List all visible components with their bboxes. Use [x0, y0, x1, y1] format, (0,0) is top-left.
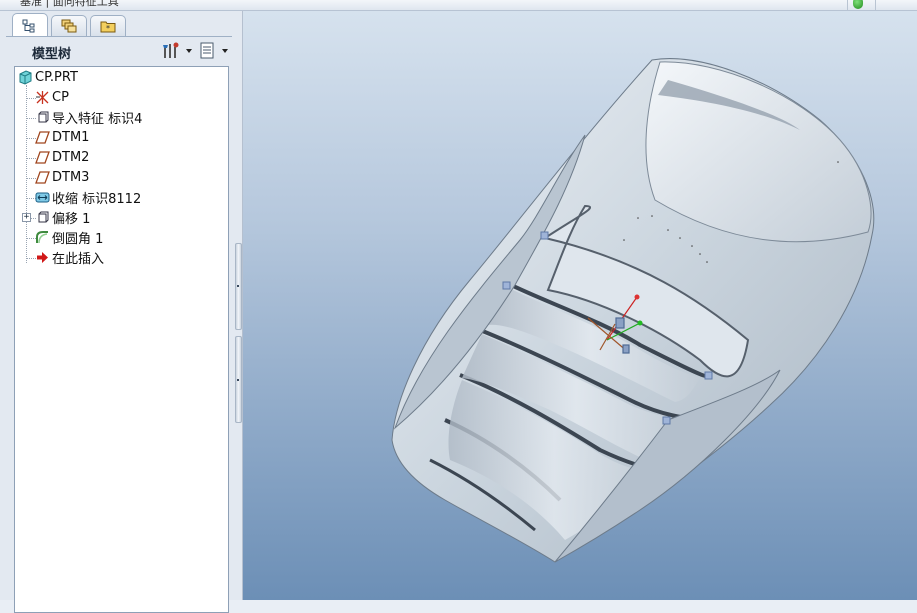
tree-root[interactable]: CP.PRT — [18, 68, 228, 87]
round-icon — [36, 231, 48, 244]
model-tree-icon — [22, 19, 35, 33]
csys-icon — [36, 91, 49, 104]
expand-toggle[interactable]: + — [22, 213, 31, 222]
graphics-viewport[interactable] — [243, 11, 917, 600]
part-model — [391, 58, 875, 563]
tree-item-dtm2[interactable]: DTM2 — [35, 148, 245, 167]
tree-item-label: DTM1 — [52, 130, 90, 145]
tree-item-label: 偏移 1 — [52, 212, 91, 227]
tree-item-round[interactable]: 倒圆角 1 — [35, 228, 245, 247]
tree-item-label: 导入特征 标识4 — [52, 112, 143, 127]
panel-splitter[interactable] — [234, 243, 242, 423]
vertex-marker — [502, 281, 511, 290]
tree-item-label: 在此插入 — [52, 252, 105, 267]
insert-here-arrow-icon — [37, 252, 48, 263]
green-led-icon — [853, 0, 863, 9]
navigator-tabs: * — [6, 13, 242, 37]
tree-settings-icon — [163, 42, 179, 58]
tree-item-cp[interactable]: CP — [35, 88, 245, 107]
tree-connector — [26, 85, 27, 263]
favorites-folder-icon: * — [100, 21, 116, 33]
tree-item-offset[interactable]: 偏移 1 — [35, 208, 245, 227]
layers-icon — [61, 19, 77, 33]
model-tree: CP.PRT CP 导入特征 标识4 DTM1 DTM2 DTM3 收缩 标识8… — [14, 66, 229, 613]
title-strip: 基准 | 面向特征工具 — [0, 0, 917, 11]
tree-root-label: CP.PRT — [35, 70, 78, 85]
tree-show-icon — [200, 42, 214, 59]
tree-item-shrink[interactable]: 收缩 标识8112 — [35, 188, 245, 207]
tab-layers[interactable] — [51, 15, 87, 36]
separator — [875, 0, 876, 10]
chevron-down-icon — [222, 49, 228, 53]
tree-item-import-feature[interactable]: 导入特征 标识4 — [35, 108, 245, 127]
vertex-marker — [540, 231, 549, 240]
navigator-panel: * 模型树 CP.PRT CP 导入特征 标识4 DTM1 DTM2 DTM3 … — [0, 11, 243, 613]
tree-item-label: DTM3 — [52, 170, 90, 185]
tree-item-dtm1[interactable]: DTM1 — [35, 128, 245, 147]
tree-item-label: 倒圆角 1 — [52, 232, 104, 247]
tree-item-dtm3[interactable]: DTM3 — [35, 168, 245, 187]
tree-item-label: CP — [52, 90, 69, 105]
datum-plane-icon — [35, 131, 50, 144]
vertex-marker — [662, 416, 671, 425]
splitter-dot — [237, 285, 239, 287]
tree-item-insert-here[interactable]: 在此插入 — [35, 248, 245, 267]
part-icon — [19, 70, 32, 85]
tree-show-button[interactable] — [198, 41, 230, 61]
svg-text:*: * — [106, 24, 110, 33]
tab-divider — [6, 36, 232, 37]
tree-title: 模型树 — [32, 47, 72, 62]
offset-icon — [38, 211, 49, 223]
chevron-down-icon — [186, 49, 192, 53]
splitter-dot — [237, 379, 239, 381]
datum-plane-icon — [35, 151, 50, 164]
import-feature-icon — [38, 111, 49, 123]
tree-item-label: 收缩 标识8112 — [52, 192, 142, 207]
vertex-marker — [704, 371, 713, 380]
shrink-icon — [35, 192, 50, 203]
tree-item-label: DTM2 — [52, 150, 90, 165]
separator — [847, 0, 848, 10]
datum-plane-icon — [35, 171, 50, 184]
tree-settings-button[interactable] — [162, 41, 194, 61]
tab-model-tree[interactable] — [12, 13, 48, 37]
tab-favorites[interactable]: * — [90, 15, 126, 36]
breadcrumb: 基准 | 面向特征工具 — [20, 0, 119, 8]
tree-header: 模型树 — [8, 41, 232, 63]
